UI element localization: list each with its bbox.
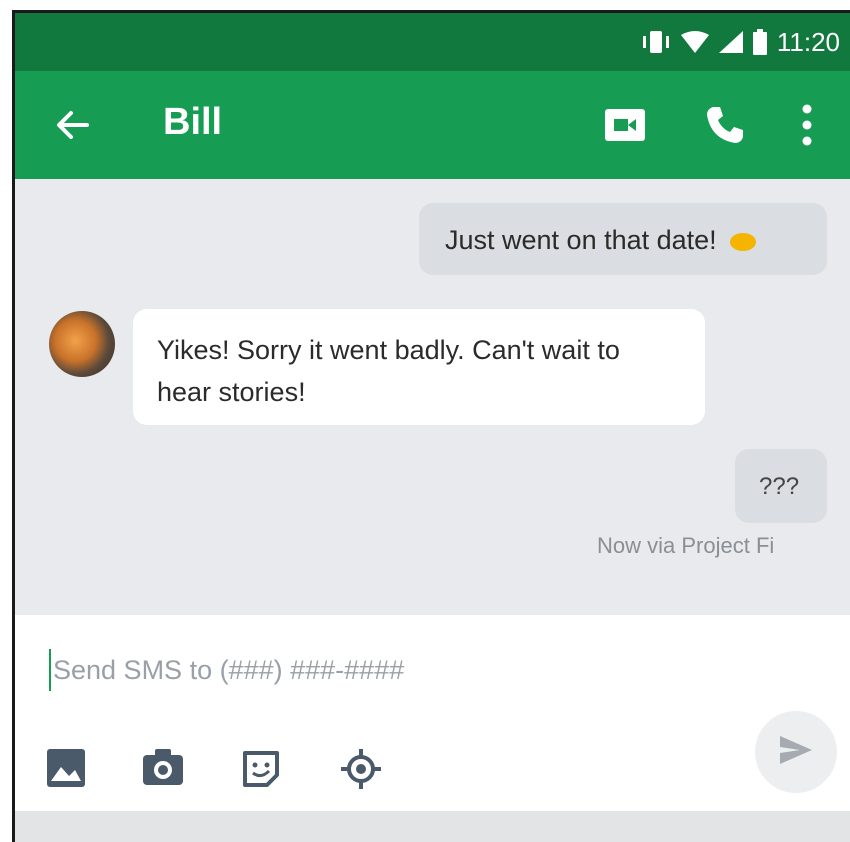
- avatar[interactable]: [49, 311, 115, 377]
- signal-icon: [718, 31, 743, 53]
- contact-name: Bill: [163, 101, 223, 143]
- status-bar: 11:20: [15, 13, 850, 71]
- message-text: Just went on that date!: [445, 225, 717, 255]
- battery-icon: [752, 29, 767, 55]
- message-line: Yikes! Sorry it went badly. Can't wait t…: [157, 335, 620, 365]
- outgoing-message[interactable]: Just went on that date!: [419, 203, 827, 275]
- status-time: 11:20: [776, 26, 840, 57]
- back-arrow-icon[interactable]: [51, 103, 95, 147]
- message-line: hear stories!: [157, 377, 306, 407]
- send-icon: [780, 735, 812, 769]
- message-thread: Just went on that date! Yikes! Sorry it …: [15, 179, 850, 615]
- outgoing-message[interactable]: ???: [735, 449, 827, 523]
- send-button[interactable]: [755, 711, 837, 793]
- messaging-screen: 11:20 Bill Just went on that date! Yikes…: [12, 10, 850, 842]
- lips-emoji-icon: [730, 232, 757, 251]
- gallery-icon[interactable]: [47, 749, 85, 792]
- more-vert-icon[interactable]: [801, 103, 813, 152]
- message-input[interactable]: [49, 649, 655, 691]
- sticker-icon[interactable]: [241, 749, 281, 794]
- app-bar: Bill: [15, 71, 850, 179]
- wifi-icon: [680, 31, 709, 53]
- video-call-icon[interactable]: [605, 109, 645, 146]
- message-status: Now via Project Fi: [597, 533, 775, 558]
- vibrate-icon: [641, 29, 671, 55]
- location-icon[interactable]: [341, 749, 381, 794]
- navigation-bar: [15, 811, 850, 842]
- message-text: ???: [759, 473, 800, 500]
- phone-icon[interactable]: [705, 105, 745, 150]
- incoming-message[interactable]: Yikes! Sorry it went badly. Can't wait t…: [133, 309, 705, 425]
- camera-icon[interactable]: [143, 749, 183, 790]
- composer: [15, 615, 850, 811]
